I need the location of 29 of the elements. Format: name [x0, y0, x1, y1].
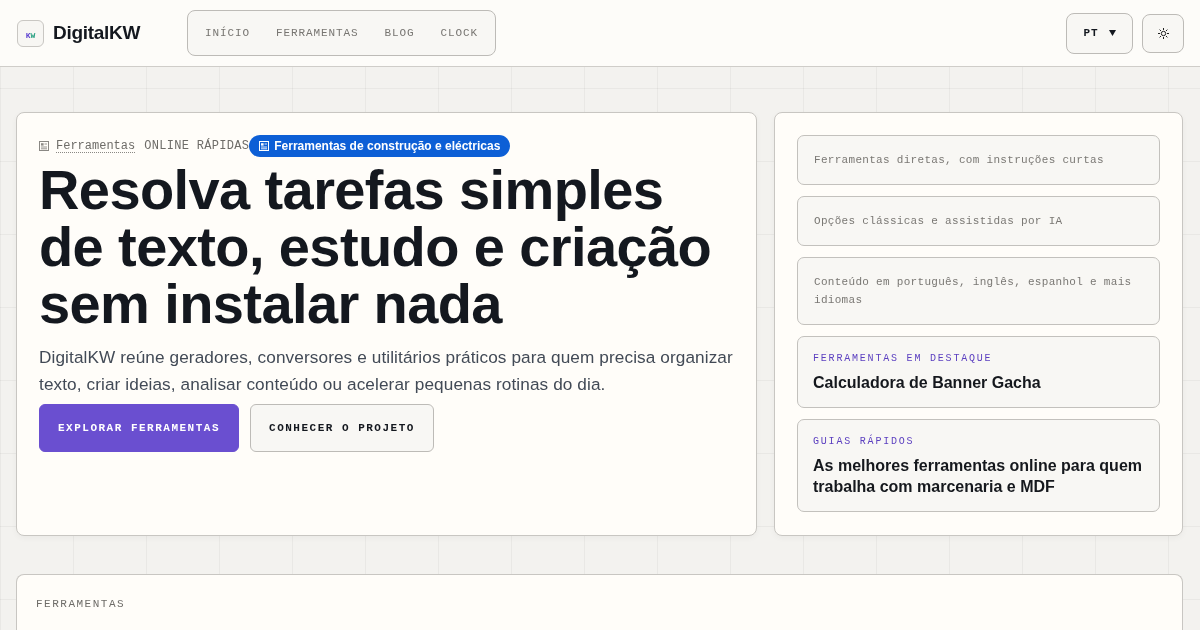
feature-label: FERRAMENTAS EM DESTAQUE [813, 352, 994, 366]
feature-label: GUIAS RÁPIDOS [813, 434, 916, 449]
highlight-note: Opções clássicas e assistidas por IA [797, 196, 1160, 246]
hero-title: Resolva tarefas simples de texto, estudo e criação sem instalar nada [39, 161, 713, 332]
feature-card[interactable]: FERRAMENTAS EM DESTAQUE Calculadora de Banner Gacha [797, 336, 1160, 408]
feature-title: As melhores ferramentas online para quem trabalha com marcenaria e MDF [813, 456, 1143, 497]
theme-toggle-button[interactable] [1142, 13, 1184, 53]
highlight-note: Ferramentas diretas, com instruções curtas [797, 135, 1160, 185]
language-button[interactable]: PT [1066, 12, 1133, 54]
category-badge[interactable]: Ferramentas de construção e eléctricas [249, 135, 511, 157]
newspaper-icon [39, 141, 49, 151]
nav-link[interactable]: CLOCK [429, 21, 490, 45]
logo-mark[interactable]: KW [17, 19, 44, 47]
brand-name[interactable]: DigitalKW [53, 22, 140, 44]
eyebrow-link[interactable]: Ferramentas [56, 139, 136, 153]
nav-link[interactable]: BLOG [373, 21, 426, 45]
sun-icon [1157, 27, 1169, 39]
highlight-note: Conteúdo em português, inglês, espanhol e mais idiomas [797, 257, 1160, 325]
explore-button[interactable]: EXPLORAR FERRAMENTAS [39, 404, 240, 452]
section-label: FERRAMENTAS [36, 598, 127, 610]
feature-title: Calculadora de Banner Gacha [813, 373, 1042, 393]
newspaper-icon [259, 141, 270, 151]
hero-description: DigitalKW reúne geradores, conversores e utilitários práticos para quem precisa organizar texto, criar ideias, analisar conteúdo ou acelerar pequenas rotinas do dia. [39, 346, 734, 396]
caret-icon [1108, 30, 1116, 36]
nav-link[interactable]: FERRAMENTAS [265, 21, 370, 45]
eyebrow-text: ONLINE RÁPIDAS [144, 139, 250, 153]
nav-link[interactable]: INÍCIO [194, 21, 262, 45]
project-button[interactable]: CONHECER O PROJETO [250, 404, 434, 452]
feature-card[interactable]: GUIAS RÁPIDOS As melhores ferramentas online para quem trabalha com marcenaria e MDF [797, 419, 1160, 512]
